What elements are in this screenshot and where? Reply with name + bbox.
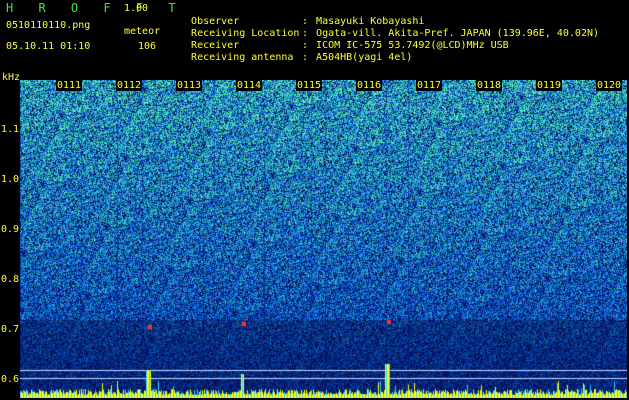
info-row-antenna: Receiving antenna: A504HB(yagi 4el) [191, 52, 413, 63]
datetime: 05.10.11 01:10 [6, 41, 91, 52]
time-tick-label: 0116 [355, 80, 383, 91]
app-name: H R O F F T [6, 1, 185, 15]
file-name: 0510110110.png [6, 20, 91, 31]
meteor-count: 106 [138, 41, 157, 52]
spectrogram-canvas [20, 80, 627, 398]
y-tick-label: 1.1 [0, 124, 19, 135]
time-tick-label: 0117 [415, 80, 443, 91]
spectrogram-panel [20, 80, 627, 398]
y-tick-label: 0.8 [0, 274, 19, 285]
time-tick-label: 0111 [55, 80, 83, 91]
time-tick-label: 0115 [295, 80, 323, 91]
info-value: A504HB(yagi 4el) [316, 52, 413, 63]
time-tick-label: 0119 [535, 80, 563, 91]
time-tick-label: 0114 [235, 80, 263, 91]
time-tick-label: 0118 [475, 80, 503, 91]
time-tick-label: 0113 [175, 80, 203, 91]
time-tick-label: 0120 [595, 80, 623, 91]
time-tick-label: 0112 [115, 80, 143, 91]
y-tick-label: 0.7 [0, 324, 19, 335]
y-tick-label: 0.9 [0, 224, 19, 235]
y-axis-unit: kHz [2, 72, 21, 83]
y-tick-label: 1.0 [0, 174, 19, 185]
y-tick-label: 0.6 [0, 374, 19, 385]
meteor-label: meteor [124, 26, 161, 37]
app-version: 1.00 [124, 3, 149, 14]
info-key: Receiving antenna [191, 52, 294, 63]
